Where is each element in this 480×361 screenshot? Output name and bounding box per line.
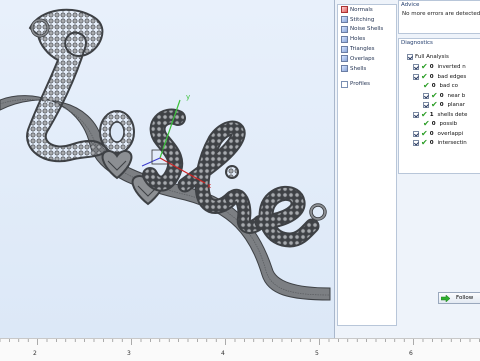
diagnostic-count: 0 [429, 130, 434, 137]
ruler-tick-label: 3 [127, 350, 131, 357]
diagnostic-count: 0 [431, 83, 436, 89]
stitching-icon [341, 16, 348, 24]
diagnostic-checkbox[interactable] [423, 102, 429, 108]
letter-e [254, 185, 327, 248]
noise-shells-icon [341, 25, 348, 33]
diagnostic-label: bad co [439, 83, 459, 89]
check-icon: ✔ [421, 138, 428, 147]
diagnostic-row: ✔ 0 intersectin [413, 139, 467, 147]
diagnostic-row: ✔ 0 inverted n [413, 63, 466, 71]
model-view[interactable]: y x [0, 0, 334, 338]
diagnostic-row: ✔ 0 bad co [423, 82, 458, 90]
tree-item[interactable]: Overlaps [338, 54, 396, 64]
overlaps-icon [341, 55, 348, 63]
diagnostic-label: inverted n [437, 64, 466, 70]
diagnostic-label: possib [439, 121, 458, 127]
diagnostics-title: Diagnostics [401, 40, 433, 46]
tree-item-label: Holes [350, 36, 366, 43]
check-icon: ✔ [421, 109, 428, 119]
right-pane: Advice No more errors are detected. It D… [398, 0, 480, 338]
check-icon: ✔ [431, 90, 438, 100]
profiles-icon [341, 80, 348, 88]
diagnostic-checkbox[interactable] [413, 73, 419, 80]
tree-item[interactable]: Triangles [338, 44, 396, 54]
diagnostic-checkbox[interactable] [413, 111, 419, 118]
holes-icon [341, 35, 348, 43]
diagnostic-count: 0 [429, 73, 434, 80]
bottom-ruler: 2 3 4 5 6 [0, 338, 480, 361]
y-axis-label: y [186, 93, 190, 101]
tree-item-label: Shells [350, 65, 367, 72]
diagnostic-count: 0 [429, 64, 434, 70]
diagnostic-label: bad edges [437, 73, 467, 80]
full-analysis-label: Full Analysis [415, 54, 449, 60]
ruler-tick-label: 2 [33, 350, 37, 357]
diagnostic-row: ✔ 0 bad edges [413, 71, 467, 81]
diagnostic-checkbox[interactable] [423, 92, 429, 99]
full-analysis-checkbox[interactable] [407, 54, 413, 60]
diagnostic-count: 1 [429, 111, 434, 118]
diagnostic-label: near b [447, 92, 466, 99]
diagnostic-checkbox[interactable] [413, 130, 419, 137]
advice-text: No more errors are detected. It [402, 11, 480, 17]
diagnostic-label: shells dete [437, 111, 468, 118]
triangles-icon [341, 45, 348, 53]
tree-item[interactable]: Holes [338, 34, 396, 44]
tree-item-label: Stitching [350, 16, 375, 23]
diagnostic-checkbox[interactable] [413, 64, 419, 70]
z-axis-line [141, 157, 161, 167]
tree-item-label: Normals [350, 6, 373, 13]
3d-viewport[interactable]: y x [0, 0, 334, 338]
green-arrow-icon [441, 294, 450, 302]
check-icon: ✔ [421, 62, 428, 71]
diagnostic-row: ✔ 0 overlappi [413, 128, 464, 138]
diagnostic-count: 0 [431, 121, 436, 127]
tree-item-label: Noise Shells [350, 26, 384, 33]
diagnostic-row: ✔ 0 possib [423, 120, 457, 128]
diagnostic-label: planar [447, 102, 466, 108]
diagnostic-label: intersectin [437, 140, 467, 146]
check-icon: ✔ [423, 119, 430, 128]
ruler-ticks [0, 339, 480, 345]
tree-item-label: Profiles [350, 81, 370, 88]
advice-group: Advice No more errors are detected. It [398, 0, 480, 34]
tree-item[interactable]: Normals [338, 5, 396, 15]
ruler-tick-label: 4 [221, 350, 225, 357]
tree-item-profiles[interactable]: Profiles [338, 80, 396, 90]
full-analysis-row[interactable]: Full Analysis [407, 53, 449, 61]
letter-o [99, 110, 135, 154]
diagnostic-row: ✔ 0 planar [423, 101, 465, 109]
diagnostic-row: ✔ 1 shells dete [413, 109, 468, 119]
diagnostics-group: Diagnostics Full Analysis ✔ 0 inverted n ✔ 0… [398, 38, 480, 174]
tree-item[interactable]: Stitching [338, 15, 396, 25]
tree-item-label: Triangles [350, 46, 375, 53]
ruler-tick-label: 6 [409, 350, 413, 357]
tree-item[interactable]: Noise Shells [338, 25, 396, 35]
repair-tree: Normals Stitching Noise Shells Holes Triangl… [337, 4, 397, 326]
check-icon: ✔ [431, 100, 438, 109]
check-icon: ✔ [421, 71, 428, 81]
follow-label: Follow [456, 295, 474, 301]
diagnostic-count: 0 [429, 140, 434, 146]
tree-item-label: Overlaps [350, 55, 375, 62]
diagnostic-row: ✔ 0 near b [423, 90, 466, 100]
check-icon: ✔ [421, 128, 428, 138]
advice-title: Advice [401, 2, 420, 8]
diagnostic-count: 0 [439, 92, 444, 99]
follow-button[interactable]: Follow [438, 292, 480, 304]
normals-icon [341, 6, 348, 14]
ruler-tick-label: 5 [315, 350, 319, 357]
x-axis-label: x [207, 182, 211, 190]
tree-item[interactable]: Shells [338, 64, 396, 74]
fix-wizard-panel: Normals Stitching Noise Shells Holes Triangl… [334, 0, 480, 338]
check-icon: ✔ [423, 81, 430, 90]
shells-icon [341, 65, 348, 73]
diagnostic-count: 0 [439, 102, 444, 108]
diagnostic-label: overlappi [437, 130, 464, 137]
diagnostic-checkbox[interactable] [413, 140, 419, 146]
